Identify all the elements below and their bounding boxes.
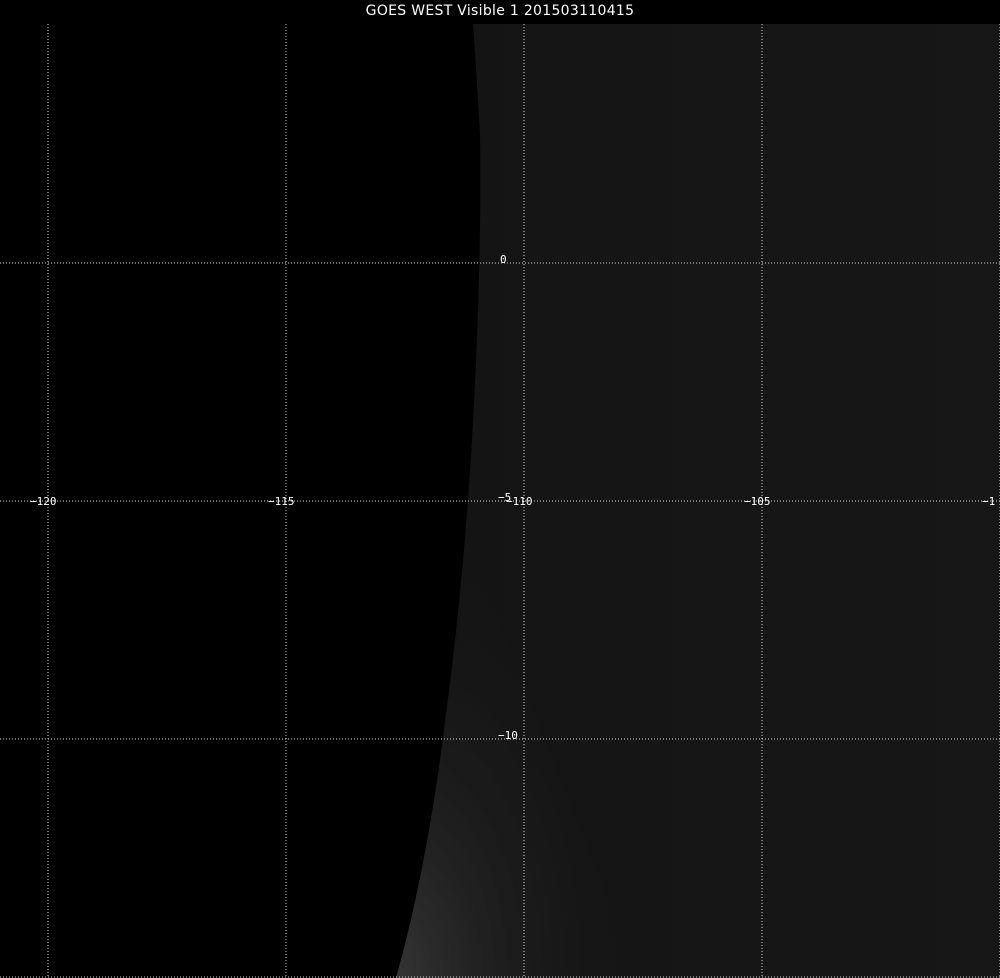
longitude-label: −120 [30,495,57,508]
map-canvas: −120 −115 −110 −105 −10−5−10 [0,24,1000,978]
satellite-image: −120 −115 −110 −105 −1 0 −5 −10 [0,24,1000,978]
image-title: GOES WEST Visible 1 201503110415 [365,3,635,19]
latitude-label: −10 [498,729,518,742]
latitude-label: 0 [500,253,507,266]
longitude-label: −115 [268,495,295,508]
latitude-label: −5 [498,491,511,504]
longitude-label: −1 [982,495,995,508]
longitude-label: −105 [744,495,771,508]
